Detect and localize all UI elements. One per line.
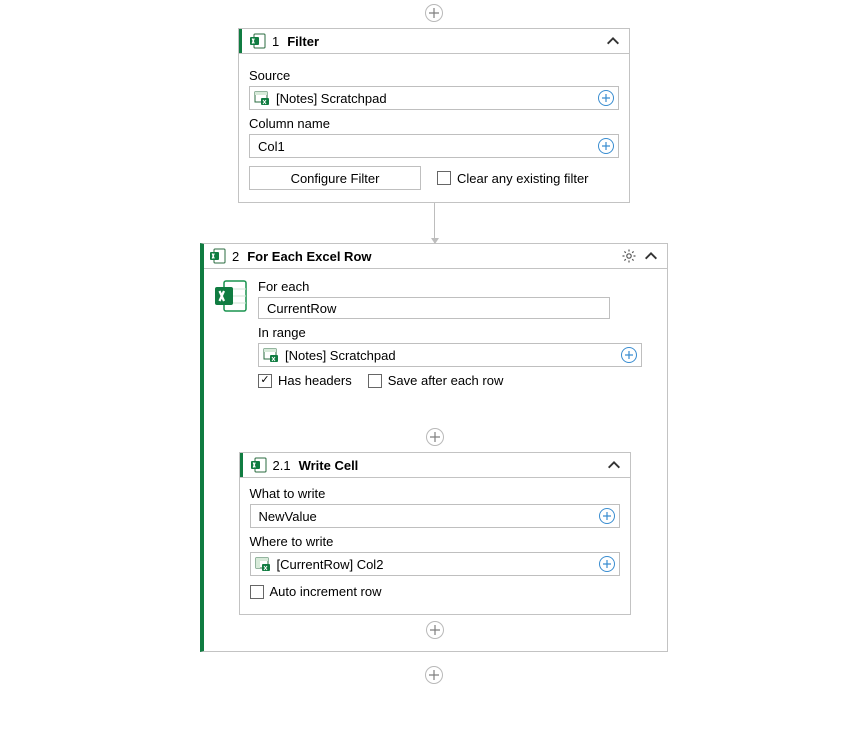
foreach-input-wrap[interactable] (258, 297, 610, 319)
inrange-plus-icon[interactable] (621, 347, 637, 363)
autoinc-checkbox[interactable]: Auto increment row (250, 584, 382, 599)
accent-bar (239, 29, 242, 53)
inrange-input[interactable] (283, 345, 615, 365)
gear-icon[interactable] (621, 248, 637, 264)
cell-selector-icon (255, 556, 271, 572)
configure-filter-button[interactable]: Configure Filter (249, 166, 421, 190)
excel-large-icon (214, 279, 248, 313)
excel-icon (210, 248, 226, 264)
writecell-index: 2.1 (273, 458, 291, 473)
connector (434, 203, 435, 225)
column-label: Column name (249, 116, 619, 131)
connector-arrow (434, 225, 435, 243)
what-input[interactable] (257, 506, 593, 526)
source-input-wrap[interactable] (249, 86, 619, 110)
foreach-label: For each (258, 279, 655, 294)
inrange-label: In range (258, 325, 655, 340)
source-plus-icon[interactable] (598, 90, 614, 106)
source-input[interactable] (274, 88, 592, 108)
clear-filter-checkbox[interactable]: Clear any existing filter (437, 171, 589, 186)
add-activity-inner-bottom[interactable] (426, 621, 444, 639)
activity-filter: 1 Filter Source Column name (238, 28, 630, 203)
filter-title: Filter (287, 34, 319, 49)
filter-index: 1 (272, 34, 279, 49)
has-headers-label: Has headers (278, 373, 352, 388)
column-plus-icon[interactable] (598, 138, 614, 154)
collapse-icon[interactable] (605, 33, 621, 49)
column-input[interactable] (256, 136, 592, 156)
activity-foreach: 2 For Each Excel Row For each (200, 243, 668, 652)
foreach-header[interactable]: 2 For Each Excel Row (204, 244, 667, 269)
checkbox-box (258, 374, 272, 388)
where-label: Where to write (250, 534, 620, 549)
what-label: What to write (250, 486, 620, 501)
collapse-icon[interactable] (606, 457, 622, 473)
writecell-header[interactable]: 2.1 Write Cell (240, 453, 630, 478)
checkbox-box (437, 171, 451, 185)
source-label: Source (249, 68, 619, 83)
collapse-icon[interactable] (643, 248, 659, 264)
checkbox-box (250, 585, 264, 599)
add-activity-top[interactable] (425, 4, 443, 22)
save-after-label: Save after each row (388, 373, 504, 388)
filter-header[interactable]: 1 Filter (239, 29, 629, 54)
writecell-title: Write Cell (299, 458, 359, 473)
workflow-canvas: 1 Filter Source Column name (0, 0, 868, 724)
save-after-checkbox[interactable]: Save after each row (368, 373, 504, 388)
foreach-input[interactable] (265, 300, 603, 317)
where-plus-icon[interactable] (599, 556, 615, 572)
range-selector-icon (263, 347, 279, 363)
add-activity-inner-top[interactable] (426, 428, 444, 446)
range-selector-icon (254, 90, 270, 106)
accent-bar (240, 453, 243, 477)
autoinc-label: Auto increment row (270, 584, 382, 599)
inrange-input-wrap[interactable] (258, 343, 642, 367)
checkbox-box (368, 374, 382, 388)
excel-icon (251, 457, 267, 473)
foreach-index: 2 (232, 249, 239, 264)
has-headers-checkbox[interactable]: Has headers (258, 373, 352, 388)
column-input-wrap[interactable] (249, 134, 619, 158)
activity-write-cell: 2.1 Write Cell What to write (239, 452, 631, 615)
foreach-title: For Each Excel Row (247, 249, 371, 264)
what-plus-icon[interactable] (599, 508, 615, 524)
where-input[interactable] (275, 554, 593, 574)
what-input-wrap[interactable] (250, 504, 620, 528)
add-activity-bottom[interactable] (425, 666, 443, 684)
where-input-wrap[interactable] (250, 552, 620, 576)
clear-filter-label: Clear any existing filter (457, 171, 589, 186)
excel-icon (250, 33, 266, 49)
